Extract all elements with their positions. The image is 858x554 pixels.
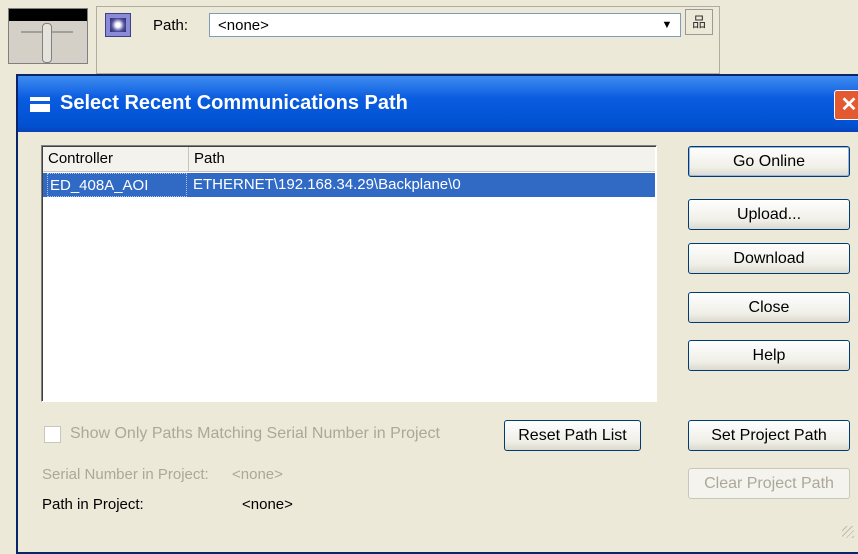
download-button[interactable]: Download [688,243,850,274]
key-switch-icon [42,23,52,63]
path-toolbar: Path: <none> ▼ 品 [96,6,720,74]
serial-number-value: <none> [232,466,283,483]
path-combo[interactable]: <none> ▼ [209,13,681,37]
upload-button[interactable]: Upload... [688,199,850,230]
path-in-project-label: Path in Project: [42,496,144,513]
list-header: Controller Path [43,147,655,172]
path-in-project-value: <none> [242,496,293,513]
show-only-matching-label: Show Only Paths Matching Serial Number i… [70,425,440,442]
recent-paths-list[interactable]: Controller Path ED_408A_AOI ETHERNET\192… [41,145,657,402]
list-item-path: ETHERNET\192.168.34.29\Backplane\0 [193,176,461,193]
help-button[interactable]: Help [688,340,850,371]
network-tree-icon[interactable]: 品 [685,9,713,35]
close-button[interactable]: Close [688,292,850,323]
checkbox-box[interactable] [44,426,61,443]
close-icon[interactable]: ✕ [834,90,858,120]
rslinx-icon[interactable] [105,13,131,37]
go-online-button[interactable]: Go Online [688,146,850,177]
list-item[interactable]: ED_408A_AOI ETHERNET\192.168.34.29\Backp… [43,173,655,197]
column-header-path[interactable]: Path [189,147,655,172]
chevron-down-icon[interactable]: ▼ [658,17,676,33]
column-header-controller[interactable]: Controller [43,147,189,172]
resize-grip-icon[interactable] [842,526,854,538]
path-label: Path: [153,17,189,34]
dialog-title: Select Recent Communications Path [60,92,408,114]
app-toolbar: Path: <none> ▼ 品 [0,0,858,74]
dialog-titlebar[interactable]: Select Recent Communications Path ✕ [18,76,858,132]
clear-project-path-button[interactable]: Clear Project Path [688,468,850,499]
select-recent-path-dialog: Select Recent Communications Path ✕ Cont… [16,74,858,554]
list-item-controller: ED_408A_AOI [47,173,187,197]
window-icon [30,97,50,112]
serial-number-label: Serial Number in Project: [42,466,209,483]
status-bar-indicator [9,9,87,21]
reset-path-list-button[interactable]: Reset Path List [504,420,641,451]
path-value: <none> [218,17,269,34]
set-project-path-button[interactable]: Set Project Path [688,420,850,451]
controller-status-widget [8,8,88,64]
